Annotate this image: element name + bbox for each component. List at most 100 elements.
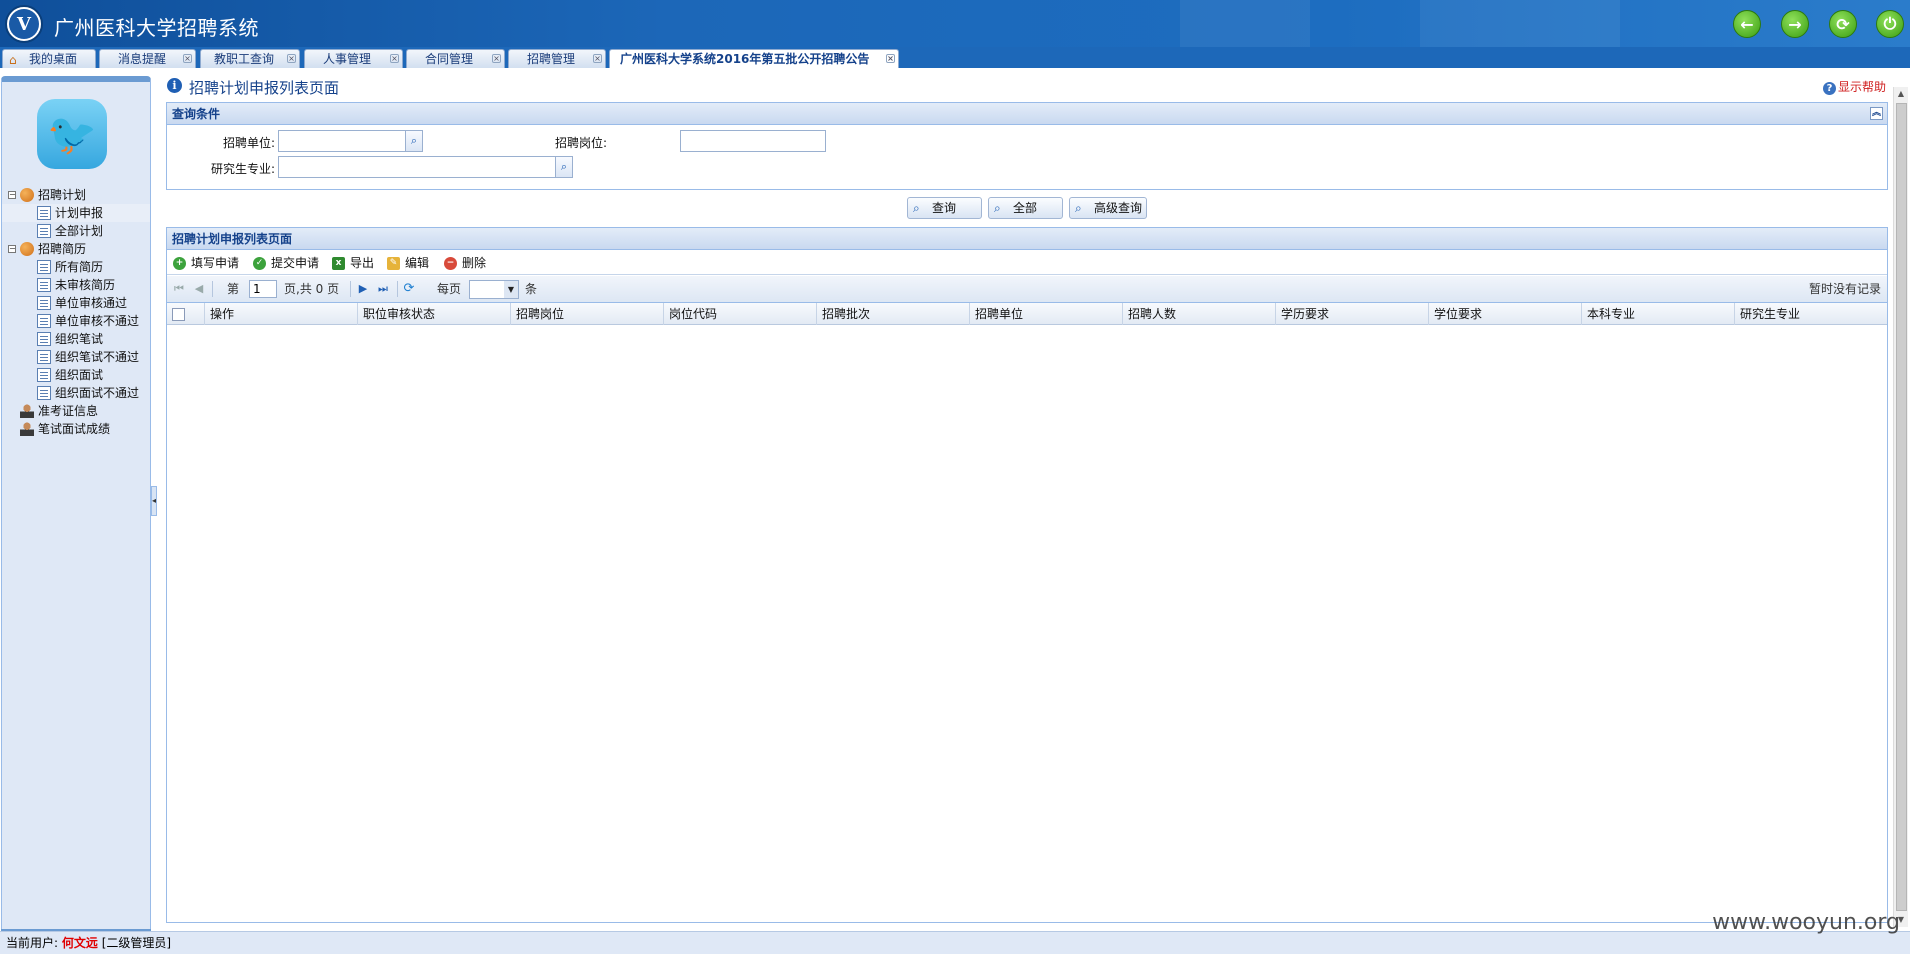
tab-home[interactable]: ⌂ 我的桌面: [2, 49, 96, 68]
tree-node-unit-failed[interactable]: 单位审核不通过: [2, 312, 150, 330]
tree-label: 全部计划: [55, 224, 104, 238]
tree-node-plan-report[interactable]: 计划申报: [2, 204, 150, 222]
document-icon: [37, 332, 51, 346]
bird-avatar-icon: 🐦: [37, 99, 107, 169]
back-icon[interactable]: ←: [1733, 10, 1761, 38]
scroll-thumb[interactable]: [1896, 103, 1907, 911]
advanced-search-button[interactable]: ⌕ 高级查询: [1069, 197, 1147, 219]
tree-node-resumes[interactable]: − 招聘简历: [2, 240, 150, 258]
tree-node-interview-failed[interactable]: 组织面试不通过: [2, 384, 150, 402]
document-icon: [37, 278, 51, 292]
select-all-cell: [167, 303, 205, 325]
tree-label: 单位审核通过: [55, 296, 128, 310]
delete-label: 删除: [462, 256, 487, 270]
university-logo: V: [5, 5, 43, 43]
tree-label: 组织笔试不通过: [55, 350, 140, 364]
tab-contract[interactable]: 合同管理 ×: [406, 49, 505, 68]
help-link[interactable]: ? 显示帮助: [1822, 78, 1886, 95]
column-header[interactable]: 招聘批次: [817, 303, 970, 325]
unit-input[interactable]: [278, 130, 406, 152]
export-button[interactable]: x 导出: [332, 255, 374, 272]
column-header[interactable]: 岗位代码: [664, 303, 817, 325]
document-icon: [37, 314, 51, 328]
column-header[interactable]: 操作: [205, 303, 358, 325]
pager-separator: [397, 281, 398, 297]
first-page-icon[interactable]: ⏮: [173, 282, 185, 296]
edit-label: 编辑: [405, 256, 430, 270]
tab-messages[interactable]: 消息提醒 ×: [99, 49, 196, 68]
page-number-input[interactable]: [249, 280, 277, 298]
tab-label: 招聘管理: [527, 52, 576, 66]
search-icon[interactable]: ⌕: [555, 156, 573, 178]
current-user-name: 何文远: [61, 936, 98, 950]
collapse-up-icon[interactable]: ︽: [1870, 107, 1883, 120]
header-decoration: [1180, 0, 1310, 47]
tree-label: 单位审核不通过: [55, 314, 140, 328]
close-icon[interactable]: ×: [886, 54, 895, 63]
page-scrollbar[interactable]: ▲ ▼: [1893, 87, 1908, 927]
power-icon[interactable]: ⏻: [1876, 10, 1904, 38]
all-button[interactable]: ⌕ 全部: [988, 197, 1063, 219]
per-page-unit: 条: [525, 282, 538, 296]
tree-node-written-test[interactable]: 组织笔试: [2, 330, 150, 348]
delete-button[interactable]: − 删除: [444, 255, 486, 272]
close-icon[interactable]: ×: [183, 54, 192, 63]
column-header[interactable]: 招聘单位: [970, 303, 1123, 325]
app-title: 广州医科大学招聘系统: [54, 16, 259, 40]
next-page-icon[interactable]: ▶: [357, 282, 369, 296]
collapse-icon[interactable]: −: [8, 191, 16, 199]
tab-staff-query[interactable]: 教职工查询 ×: [200, 49, 300, 68]
per-page-select[interactable]: ▼: [469, 280, 519, 299]
tree-label: 计划申报: [55, 206, 104, 220]
major-input[interactable]: [278, 156, 556, 178]
fill-application-button[interactable]: + 填写申请: [173, 255, 239, 272]
tree-node-interview[interactable]: 组织面试: [2, 366, 150, 384]
tree-node-recruit-plan[interactable]: − 招聘计划: [2, 186, 150, 204]
column-header[interactable]: 学历要求: [1276, 303, 1429, 325]
select-all-checkbox[interactable]: [172, 308, 185, 321]
current-user-label: 当前用户:: [6, 936, 59, 950]
tree-node-all-resumes[interactable]: 所有简历: [2, 258, 150, 276]
watermark: www.wooyun.org: [1712, 910, 1900, 935]
collapse-icon[interactable]: −: [8, 245, 16, 253]
close-icon[interactable]: ×: [492, 54, 501, 63]
column-header[interactable]: 本科专业: [1582, 303, 1735, 325]
tree-node-all-plans[interactable]: 全部计划: [2, 222, 150, 240]
document-icon: [37, 368, 51, 382]
tree-label: 招聘简历: [38, 242, 87, 256]
position-input[interactable]: [680, 130, 826, 152]
scroll-up-icon[interactable]: ▲: [1894, 87, 1908, 101]
tree-label: 准考证信息: [38, 404, 99, 418]
close-icon[interactable]: ×: [593, 54, 602, 63]
close-icon[interactable]: ×: [287, 54, 296, 63]
refresh-icon[interactable]: ⟳: [403, 282, 415, 296]
nav-tree: − 招聘计划 计划申报 全部计划 − 招聘简历 所有简历 未审核简历 单位审核通…: [2, 186, 150, 438]
tree-node-admission-ticket[interactable]: 准考证信息: [2, 402, 150, 420]
sidebar-collapse-handle[interactable]: ◂: [151, 486, 157, 516]
header-decoration: [1420, 0, 1620, 47]
tab-personnel[interactable]: 人事管理 ×: [304, 49, 403, 68]
column-header[interactable]: 招聘岗位: [511, 303, 664, 325]
tab-recruitment[interactable]: 招聘管理 ×: [508, 49, 606, 68]
check-icon: ✓: [253, 257, 266, 270]
column-header[interactable]: 学位要求: [1429, 303, 1582, 325]
edit-button[interactable]: ✎ 编辑: [387, 255, 429, 272]
close-icon[interactable]: ×: [390, 54, 399, 63]
last-page-icon[interactable]: ⏭: [377, 282, 389, 296]
submit-application-button[interactable]: ✓ 提交申请: [253, 255, 319, 272]
column-header[interactable]: 招聘人数: [1123, 303, 1276, 325]
export-label: 导出: [350, 256, 375, 270]
prev-page-icon[interactable]: ◀: [193, 282, 205, 296]
tree-node-unreviewed[interactable]: 未审核简历: [2, 276, 150, 294]
main-content: i 招聘计划申报列表页面 ? 显示帮助 查询条件 ︽ 招聘单位: ⌕ 招聘岗位: …: [165, 75, 1890, 925]
search-icon[interactable]: ⌕: [405, 130, 423, 152]
forward-icon[interactable]: →: [1781, 10, 1809, 38]
tree-node-unit-passed[interactable]: 单位审核通过: [2, 294, 150, 312]
tree-node-scores[interactable]: 笔试面试成绩: [2, 420, 150, 438]
search-button[interactable]: ⌕ 查询: [907, 197, 982, 219]
column-header[interactable]: 职位审核状态: [358, 303, 511, 325]
tab-announcement[interactable]: 广州医科大学系统2016年第五批公开招聘公告 ×: [609, 49, 899, 68]
refresh-icon[interactable]: ⟳: [1829, 10, 1857, 38]
tree-node-written-failed[interactable]: 组织笔试不通过: [2, 348, 150, 366]
column-header[interactable]: 研究生专业: [1735, 303, 1887, 325]
